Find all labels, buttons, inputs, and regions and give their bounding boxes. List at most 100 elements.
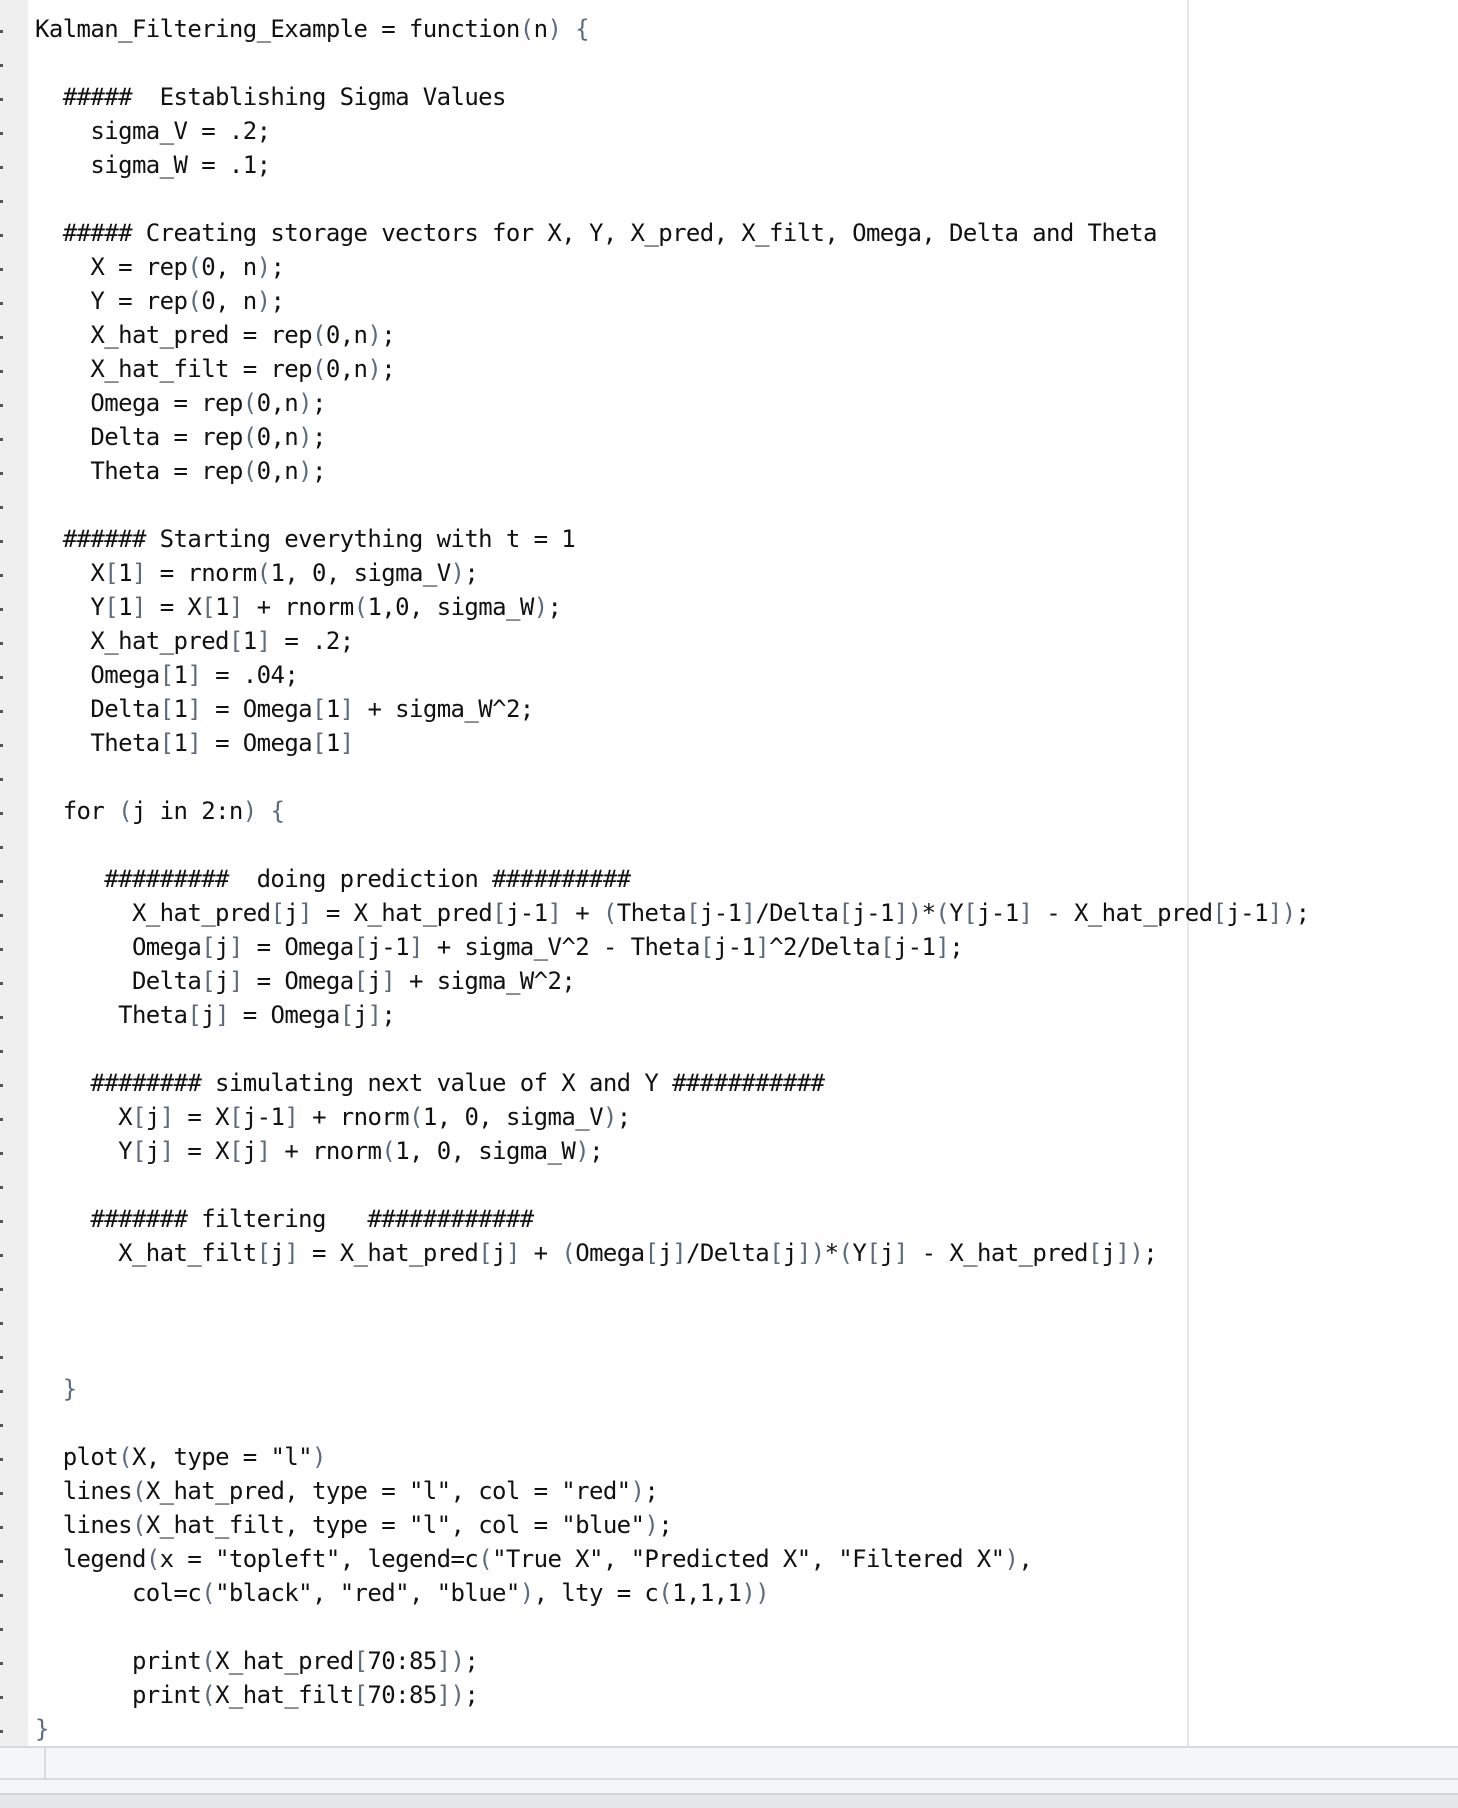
bracket: { bbox=[270, 797, 285, 825]
code-line[interactable]: Delta = rep(0,n); bbox=[35, 420, 1458, 454]
line-number-fragment bbox=[0, 1186, 3, 1189]
code-line[interactable] bbox=[35, 828, 1458, 862]
bracket: [ bbox=[104, 559, 119, 587]
status-bar-divider bbox=[44, 1748, 46, 1778]
line-number-fragment bbox=[0, 880, 3, 883]
code-line[interactable]: X_hat_pred[j] = X_hat_pred[j-1] + (Theta… bbox=[35, 896, 1458, 930]
code-line[interactable]: lines(X_hat_filt, type = "l", col = "blu… bbox=[35, 1508, 1458, 1542]
bracket: ] bbox=[256, 1137, 271, 1165]
line-number-fragment bbox=[0, 982, 3, 985]
code-line[interactable]: ##### Creating storage vectors for X, Y,… bbox=[35, 216, 1458, 250]
line-number-fragment bbox=[0, 642, 3, 645]
code-line[interactable]: Omega[j] = Omega[j-1] + sigma_V^2 - Thet… bbox=[35, 930, 1458, 964]
line-number-fragment bbox=[0, 608, 3, 611]
code-line[interactable]: for (j in 2:n) { bbox=[35, 794, 1458, 828]
bracket: ) bbox=[1004, 1545, 1019, 1573]
code-line[interactable]: Omega = rep(0,n); bbox=[35, 386, 1458, 420]
code-line[interactable]: sigma_W = .1; bbox=[35, 148, 1458, 182]
line-number-fragment bbox=[0, 336, 3, 339]
code-line[interactable] bbox=[35, 1338, 1458, 1372]
bracket: ( bbox=[201, 1681, 216, 1709]
code-line[interactable]: lines(X_hat_pred, type = "l", col = "red… bbox=[35, 1474, 1458, 1508]
code-line[interactable]: Delta[1] = Omega[1] + sigma_W^2; bbox=[35, 692, 1458, 726]
bracket: ] bbox=[339, 695, 354, 723]
code-line[interactable]: Theta[1] = Omega[1] bbox=[35, 726, 1458, 760]
code-line[interactable] bbox=[35, 760, 1458, 794]
code-line[interactable]: Y[j] = X[j] + rnorm(1, 0, sigma_W); bbox=[35, 1134, 1458, 1168]
bracket: ] bbox=[284, 1103, 299, 1131]
code-line[interactable]: Kalman_Filtering_Example = function(n) { bbox=[35, 12, 1458, 46]
bracket: ( bbox=[118, 1443, 132, 1471]
code-line[interactable]: Delta[j] = Omega[j] + sigma_W^2; bbox=[35, 964, 1458, 998]
bracket: ] bbox=[215, 1001, 229, 1029]
code-line[interactable]: plot(X, type = "l") bbox=[35, 1440, 1458, 1474]
bracket: ( bbox=[602, 899, 617, 927]
code-line[interactable]: X_hat_pred = rep(0,n); bbox=[35, 318, 1458, 352]
bracket: [ bbox=[270, 899, 285, 927]
code-line[interactable]: legend(x = "topleft", legend=c("True X",… bbox=[35, 1542, 1458, 1576]
code-line[interactable]: Y = rep(0, n); bbox=[35, 284, 1458, 318]
bracket: ) bbox=[630, 1477, 645, 1505]
bracket: ) bbox=[741, 1579, 756, 1607]
bracket: ) bbox=[810, 1239, 825, 1267]
code-line[interactable]: X[1] = rnorm(1, 0, sigma_V); bbox=[35, 556, 1458, 590]
code-line[interactable]: X_hat_filt = rep(0,n); bbox=[35, 352, 1458, 386]
bracket: ) bbox=[367, 355, 382, 383]
bracket: [ bbox=[838, 899, 853, 927]
bracket: ( bbox=[312, 321, 326, 349]
line-number-fragment bbox=[0, 166, 3, 169]
line-number-gutter[interactable] bbox=[0, 0, 28, 1746]
code-area[interactable]: Kalman_Filtering_Example = function(n) {… bbox=[35, 12, 1458, 1746]
bracket: ) bbox=[533, 593, 548, 621]
code-line[interactable] bbox=[35, 46, 1458, 80]
code-line[interactable]: ###### Starting everything with t = 1 bbox=[35, 522, 1458, 556]
line-number-fragment bbox=[0, 1322, 3, 1325]
code-line[interactable] bbox=[35, 1406, 1458, 1440]
code-line[interactable] bbox=[35, 1168, 1458, 1202]
code-line[interactable]: Theta = rep(0,n); bbox=[35, 454, 1458, 488]
bracket: ] bbox=[893, 899, 908, 927]
code-line[interactable]: ######### doing prediction ########## bbox=[35, 862, 1458, 896]
line-number-fragment bbox=[0, 812, 3, 815]
bracket: [ bbox=[228, 1137, 243, 1165]
bracket: ] bbox=[547, 899, 562, 927]
bracket: [ bbox=[492, 899, 506, 927]
line-number-fragment bbox=[0, 472, 3, 475]
line-number-fragment bbox=[0, 1696, 3, 1699]
line-number-fragment bbox=[0, 302, 3, 305]
code-line[interactable]: X_hat_pred[1] = .2; bbox=[35, 624, 1458, 658]
code-line[interactable] bbox=[35, 1610, 1458, 1644]
code-line[interactable] bbox=[35, 1270, 1458, 1304]
bracket: ( bbox=[312, 355, 326, 383]
bracket: [ bbox=[312, 729, 326, 757]
code-line[interactable]: print(X_hat_filt[70:85]); bbox=[35, 1678, 1458, 1712]
code-line[interactable]: } bbox=[35, 1372, 1458, 1406]
code-line[interactable]: sigma_V = .2; bbox=[35, 114, 1458, 148]
code-line[interactable] bbox=[35, 182, 1458, 216]
bracket: ] bbox=[187, 729, 202, 757]
bracket: ) bbox=[242, 797, 257, 825]
code-line[interactable] bbox=[35, 1032, 1458, 1066]
code-line[interactable]: Y[1] = X[1] + rnorm(1,0, sigma_W); bbox=[35, 590, 1458, 624]
code-line[interactable]: ####### filtering ############ bbox=[35, 1202, 1458, 1236]
bracket: ) bbox=[575, 1137, 590, 1165]
bracket: } bbox=[62, 1375, 77, 1403]
code-line[interactable]: } bbox=[35, 1712, 1458, 1746]
bracket: ( bbox=[519, 15, 534, 43]
code-line[interactable]: ##### Establishing Sigma Values bbox=[35, 80, 1458, 114]
code-line[interactable]: Theta[j] = Omega[j]; bbox=[35, 998, 1458, 1032]
code-editor[interactable]: Kalman_Filtering_Example = function(n) {… bbox=[0, 0, 1458, 1746]
code-line[interactable] bbox=[35, 488, 1458, 522]
code-line[interactable]: X = rep(0, n); bbox=[35, 250, 1458, 284]
bracket: ] bbox=[381, 967, 396, 995]
code-line[interactable] bbox=[35, 1304, 1458, 1338]
code-line[interactable]: X[j] = X[j-1] + rnorm(1, 0, sigma_V); bbox=[35, 1100, 1458, 1134]
code-line[interactable]: Omega[1] = .04; bbox=[35, 658, 1458, 692]
code-line[interactable]: col=c("black", "red", "blue"), lty = c(1… bbox=[35, 1576, 1458, 1610]
bracket: ( bbox=[242, 423, 257, 451]
bracket: ) bbox=[298, 457, 313, 485]
line-number-fragment bbox=[0, 370, 3, 373]
code-line[interactable]: X_hat_filt[j] = X_hat_pred[j] + (Omega[j… bbox=[35, 1236, 1458, 1270]
code-line[interactable]: ######## simulating next value of X and … bbox=[35, 1066, 1458, 1100]
code-line[interactable]: print(X_hat_pred[70:85]); bbox=[35, 1644, 1458, 1678]
